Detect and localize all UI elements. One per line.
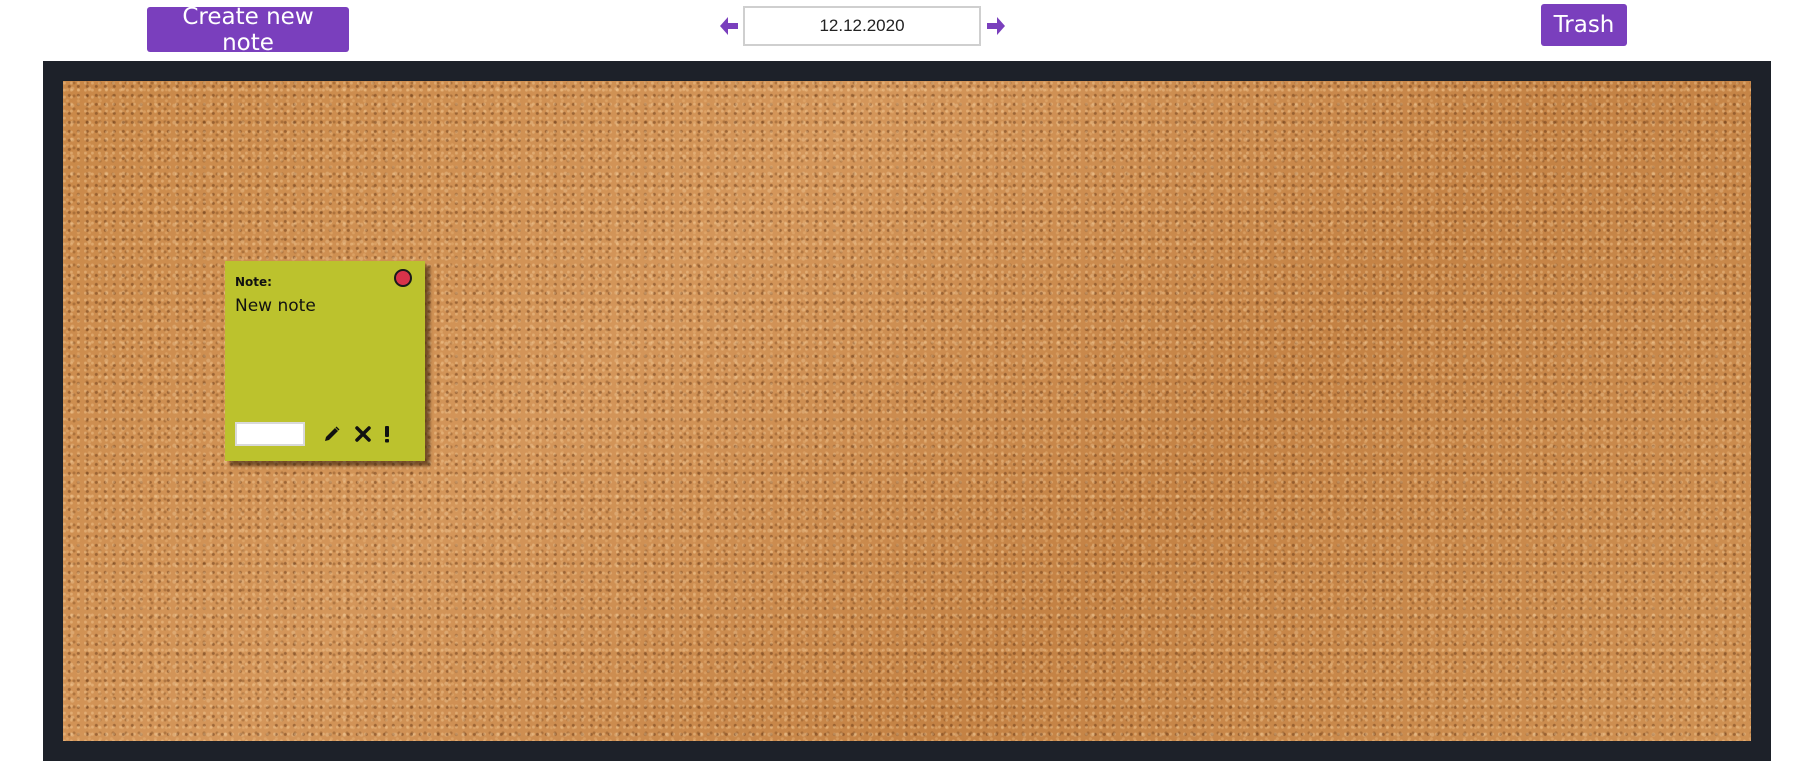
pin-icon xyxy=(394,269,412,287)
sticky-note[interactable]: Note: New note xyxy=(225,261,425,461)
note-text: New note xyxy=(235,296,316,316)
top-toolbar: Create new note Trash xyxy=(0,0,1805,60)
arrow-right-icon[interactable] xyxy=(984,14,1008,38)
cork-board: Note: New note xyxy=(63,81,1751,741)
note-input[interactable] xyxy=(235,422,305,446)
exclamation-icon[interactable] xyxy=(378,425,396,443)
pencil-icon[interactable] xyxy=(323,425,341,443)
trash-button[interactable]: Trash xyxy=(1541,4,1627,46)
date-input[interactable] xyxy=(743,6,981,46)
create-note-button[interactable]: Create new note xyxy=(147,4,349,56)
note-label: Note: xyxy=(235,275,272,289)
close-icon[interactable] xyxy=(354,425,372,443)
arrow-left-icon[interactable] xyxy=(717,14,741,38)
cork-board-frame: Note: New note xyxy=(43,61,1771,761)
